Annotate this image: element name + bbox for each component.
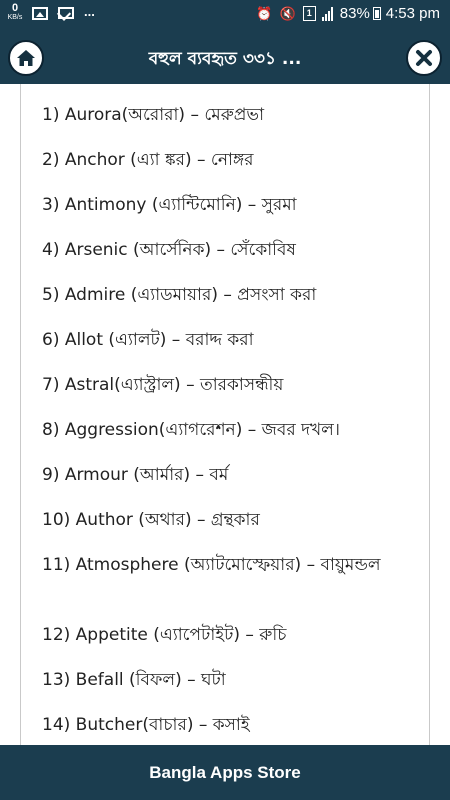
home-icon: [17, 50, 35, 66]
list-item: 6) Allot (এ্যালট) – বরাদ্দ করা: [42, 330, 254, 350]
status-bar: 0 KB/s ... ⏰ 🔇 1 83% 4:53 pm: [0, 0, 450, 34]
close-icon: [416, 50, 432, 66]
list-item: 9) Armour (আর্মার) – বর্ম: [42, 465, 229, 485]
mute-icon: 🔇: [279, 5, 296, 21]
footer-bar[interactable]: Bangla Apps Store: [0, 745, 450, 800]
list-item: 8) Aggression(এ্যাগরেশন) – জবর দখল।: [42, 420, 340, 440]
list-item: 11) Atmosphere (অ্যাটমোস্ফেয়ার) – বায়ু…: [42, 555, 381, 575]
list-item: 13) Befall (বিফল) – ঘটা: [42, 670, 226, 690]
network-speed: 0 KB/s: [6, 2, 24, 22]
list-item: 2) Anchor (এ্যা ঙ্কর) – নোঙ্গর: [42, 150, 254, 170]
list-item: 5) Admire (এ্যাডমায়ার) – প্রসংসা করা: [42, 285, 317, 305]
word-list-panel[interactable]: 1) Aurora(অরোরা) – মেরুপ্রভা 2) Anchor (…: [20, 84, 430, 745]
status-right: ⏰ 🔇 1 83% 4:53 pm: [256, 5, 440, 22]
list-item: 12) Appetite (এ্যাপেটাইট) – রুচি: [42, 625, 287, 645]
app-bar: বহুল ব্যবহৃত ৩৩১ ...: [0, 34, 450, 84]
battery-icon: [372, 7, 381, 20]
mail-icon: [58, 7, 74, 19]
image-icon: [32, 6, 48, 20]
status-left: 0 KB/s ...: [6, 2, 95, 22]
alarm-icon: ⏰: [256, 5, 273, 21]
more-notifications: ...: [84, 3, 95, 19]
list-item: 7) Astral(এ্যাস্ট্রাল) – তারকাসন্ধীয়: [42, 375, 284, 395]
home-button[interactable]: [8, 40, 44, 76]
list-item: 14) Butcher(বাচার) – কসাই: [42, 715, 250, 735]
list-item: 10) Author (অথার) – গ্রন্থকার: [42, 510, 260, 530]
clock: 4:53 pm: [385, 5, 440, 22]
battery-percent: 83%: [339, 5, 370, 22]
page-title: বহুল ব্যবহৃত ৩৩১ ...: [148, 49, 302, 69]
signal-icon: [321, 6, 334, 21]
network-speed-unit: KB/s: [7, 14, 23, 21]
list-item: 1) Aurora(অরোরা) – মেরুপ্রভা: [42, 105, 265, 125]
list-item: 4) Arsenic (আর্সেনিক) – সেঁকোবিষ: [42, 240, 296, 260]
network-speed-value: 0: [11, 2, 19, 14]
sim-slot-icon: 1: [302, 6, 316, 21]
close-button[interactable]: [406, 40, 442, 76]
list-item: 3) Antimony (এ্যান্টিমোনি) – সুরমা: [42, 195, 297, 215]
footer-label: Bangla Apps Store: [149, 763, 301, 782]
